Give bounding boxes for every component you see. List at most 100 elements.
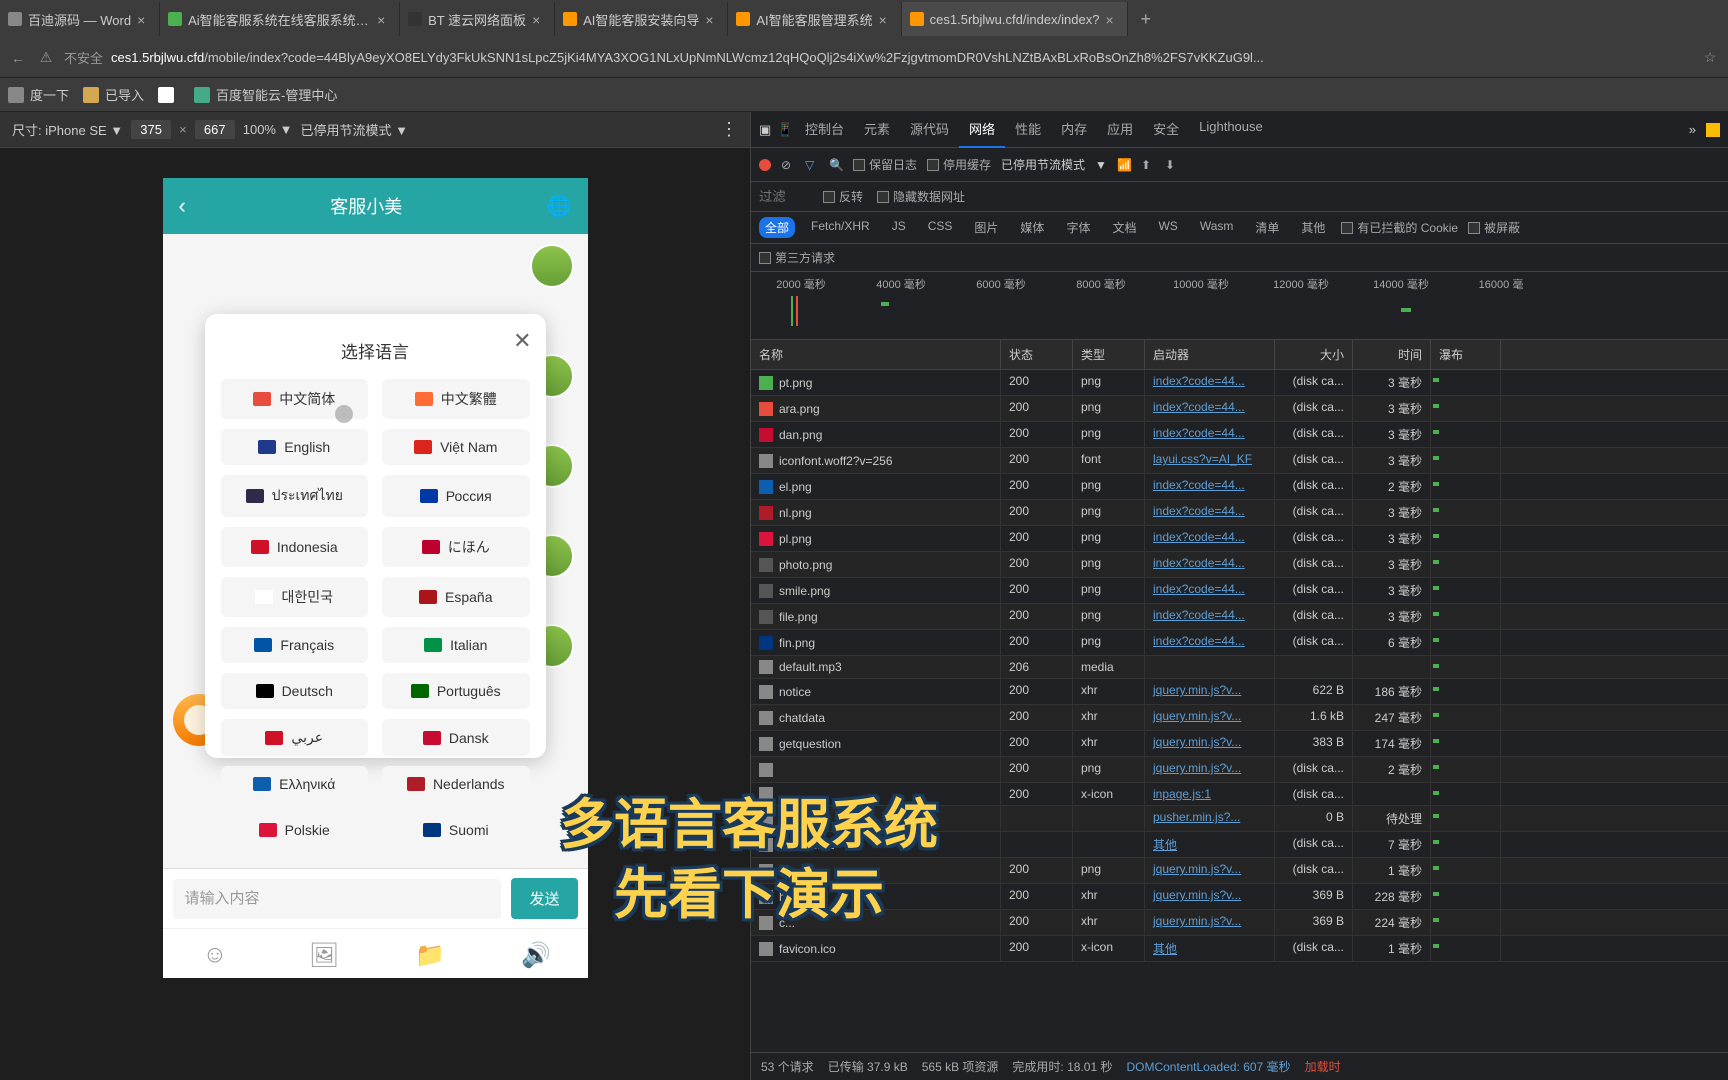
browser-tab[interactable]: AI智能客服安装向导×: [555, 2, 728, 36]
type-filter[interactable]: 媒体: [1014, 217, 1050, 238]
language-option[interactable]: Ελληνικά: [221, 766, 369, 802]
filter-input[interactable]: [759, 189, 809, 204]
cookie-check[interactable]: 有已拦截的 Cookie: [1341, 219, 1458, 236]
throttle-select[interactable]: 已停用节流模式 ▼: [300, 120, 407, 139]
col-name[interactable]: 名称: [751, 340, 1001, 369]
table-row[interactable]: photo.png 200 png index?code=44... (disk…: [751, 552, 1728, 578]
table-row[interactable]: favicon.ico 200 x-icon 其他 (disk ca... 1 …: [751, 936, 1728, 962]
devtools-tab[interactable]: Lighthouse: [1189, 111, 1273, 148]
throttle-select[interactable]: 已停用节流模式: [1001, 156, 1085, 173]
devtools-tab[interactable]: 安全: [1143, 111, 1189, 148]
table-row[interactable]: chatdata 200 xhr jquery.min.js?v... 1.6 …: [751, 705, 1728, 731]
preserve-log-check[interactable]: 保留日志: [853, 156, 917, 173]
security-warning-icon[interactable]: ⚠: [36, 48, 56, 68]
filter-icon[interactable]: ▽: [805, 158, 819, 172]
language-option[interactable]: Italian: [382, 627, 530, 663]
language-option[interactable]: ประเทศไทย: [221, 475, 369, 517]
browser-tab[interactable]: ces1.5rbjlwu.cfd/index/index?×: [902, 2, 1129, 36]
type-filter[interactable]: WS: [1152, 217, 1183, 238]
tab-close-icon[interactable]: ×: [532, 12, 546, 26]
bookmark-item[interactable]: 度一下: [8, 85, 69, 104]
devtools-tab[interactable]: 控制台: [795, 111, 854, 148]
language-option[interactable]: Português: [382, 673, 530, 709]
language-option[interactable]: 中文简体: [221, 379, 369, 419]
more-icon[interactable]: ⋮: [720, 119, 738, 140]
record-button[interactable]: [759, 159, 771, 171]
tab-close-icon[interactable]: ×: [137, 12, 151, 26]
globe-icon[interactable]: 🌐: [547, 194, 572, 219]
devtools-tab[interactable]: 元素: [854, 111, 900, 148]
col-initiator[interactable]: 启动器: [1145, 340, 1275, 369]
clear-icon[interactable]: ⊘: [781, 158, 795, 172]
language-option[interactable]: España: [382, 577, 530, 617]
bookmark-item[interactable]: [158, 85, 180, 104]
type-filter[interactable]: CSS: [922, 217, 959, 238]
warning-badge[interactable]: [1706, 123, 1720, 137]
image-icon[interactable]: 🖼: [309, 941, 335, 967]
language-option[interactable]: にほん: [382, 527, 530, 567]
tab-close-icon[interactable]: ×: [879, 12, 893, 26]
close-icon[interactable]: ✕: [513, 328, 531, 354]
devtools-tab[interactable]: 内存: [1051, 111, 1097, 148]
type-filter[interactable]: 文档: [1106, 217, 1142, 238]
table-row[interactable]: pl.png 200 png index?code=44... (disk ca…: [751, 526, 1728, 552]
wifi-icon[interactable]: 📶: [1117, 158, 1131, 172]
url-text[interactable]: ces1.5rbjlwu.cfd/mobile/index?code=44Bly…: [111, 50, 1692, 65]
col-waterfall[interactable]: 瀑布: [1431, 340, 1501, 369]
devtools-tab[interactable]: 应用: [1097, 111, 1143, 148]
language-option[interactable]: Suomi: [382, 812, 530, 848]
browser-tab[interactable]: Ai智能客服系统在线客服系统,多×: [160, 2, 400, 36]
language-option[interactable]: 中文繁體: [382, 379, 530, 419]
table-row[interactable]: file.png 200 png index?code=44... (disk …: [751, 604, 1728, 630]
type-filter[interactable]: 其他: [1295, 217, 1331, 238]
zoom-select[interactable]: 100% ▼: [243, 122, 293, 137]
language-option[interactable]: Français: [221, 627, 369, 663]
table-row[interactable]: notice 200 xhr jquery.min.js?v... 622 B …: [751, 679, 1728, 705]
language-option[interactable]: Deutsch: [221, 673, 369, 709]
hide-data-check[interactable]: 隐藏数据网址: [877, 188, 965, 205]
timeline[interactable]: 2000 毫秒4000 毫秒6000 毫秒8000 毫秒10000 毫秒1200…: [751, 272, 1728, 340]
height-input[interactable]: 667: [195, 120, 235, 139]
table-row[interactable]: getquestion 200 xhr jquery.min.js?v... 3…: [751, 731, 1728, 757]
table-row[interactable]: 200 png jquery.min.js?v... (disk ca... 2…: [751, 757, 1728, 783]
type-filter[interactable]: 字体: [1060, 217, 1096, 238]
emoji-icon[interactable]: ☺: [203, 941, 229, 967]
folder-icon[interactable]: 📁: [415, 941, 441, 967]
device-toggle-icon[interactable]: 📱: [777, 122, 793, 138]
table-row[interactable]: iconfont.woff2?v=256 200 font layui.css?…: [751, 448, 1728, 474]
tab-close-icon[interactable]: ×: [705, 12, 719, 26]
bookmark-star-icon[interactable]: ☆: [1700, 48, 1720, 68]
language-option[interactable]: Nederlands: [382, 766, 530, 802]
message-input[interactable]: [173, 879, 502, 919]
table-row[interactable]: dan.png 200 png index?code=44... (disk c…: [751, 422, 1728, 448]
devtools-tab[interactable]: 网络: [959, 111, 1005, 148]
type-filter[interactable]: 全部: [759, 217, 795, 238]
table-row[interactable]: ara.png 200 png index?code=44... (disk c…: [751, 396, 1728, 422]
more-tabs-icon[interactable]: »: [1689, 122, 1696, 137]
invert-check[interactable]: 反转: [823, 188, 863, 205]
inspect-icon[interactable]: ▣: [759, 122, 775, 138]
browser-tab[interactable]: 百迪源码 — Word×: [0, 2, 160, 36]
type-filter[interactable]: 清单: [1249, 217, 1285, 238]
devtools-tab[interactable]: 源代码: [900, 111, 959, 148]
language-option[interactable]: Polskie: [221, 812, 369, 848]
bookmark-item[interactable]: 已导入: [83, 85, 144, 104]
new-tab-button[interactable]: +: [1128, 9, 1163, 30]
col-time[interactable]: 时间: [1353, 340, 1431, 369]
table-row[interactable]: fin.png 200 png index?code=44... (disk c…: [751, 630, 1728, 656]
table-row[interactable]: pt.png 200 png index?code=44... (disk ca…: [751, 370, 1728, 396]
col-size[interactable]: 大小: [1275, 340, 1353, 369]
search-icon[interactable]: 🔍: [829, 158, 843, 172]
back-icon[interactable]: ‹: [179, 193, 186, 219]
table-row[interactable]: nl.png 200 png index?code=44... (disk ca…: [751, 500, 1728, 526]
disable-cache-check[interactable]: 停用缓存: [927, 156, 991, 173]
browser-tab[interactable]: BT 速云网络面板×: [400, 2, 555, 36]
col-type[interactable]: 类型: [1073, 340, 1145, 369]
language-option[interactable]: 대한민국: [221, 577, 369, 617]
audio-icon[interactable]: 🔊: [521, 941, 547, 967]
download-icon[interactable]: ⬇: [1165, 158, 1179, 172]
type-filter[interactable]: Wasm: [1194, 217, 1240, 238]
tab-close-icon[interactable]: ×: [1105, 12, 1119, 26]
type-filter[interactable]: Fetch/XHR: [805, 217, 876, 238]
type-filter[interactable]: 图片: [968, 217, 1004, 238]
